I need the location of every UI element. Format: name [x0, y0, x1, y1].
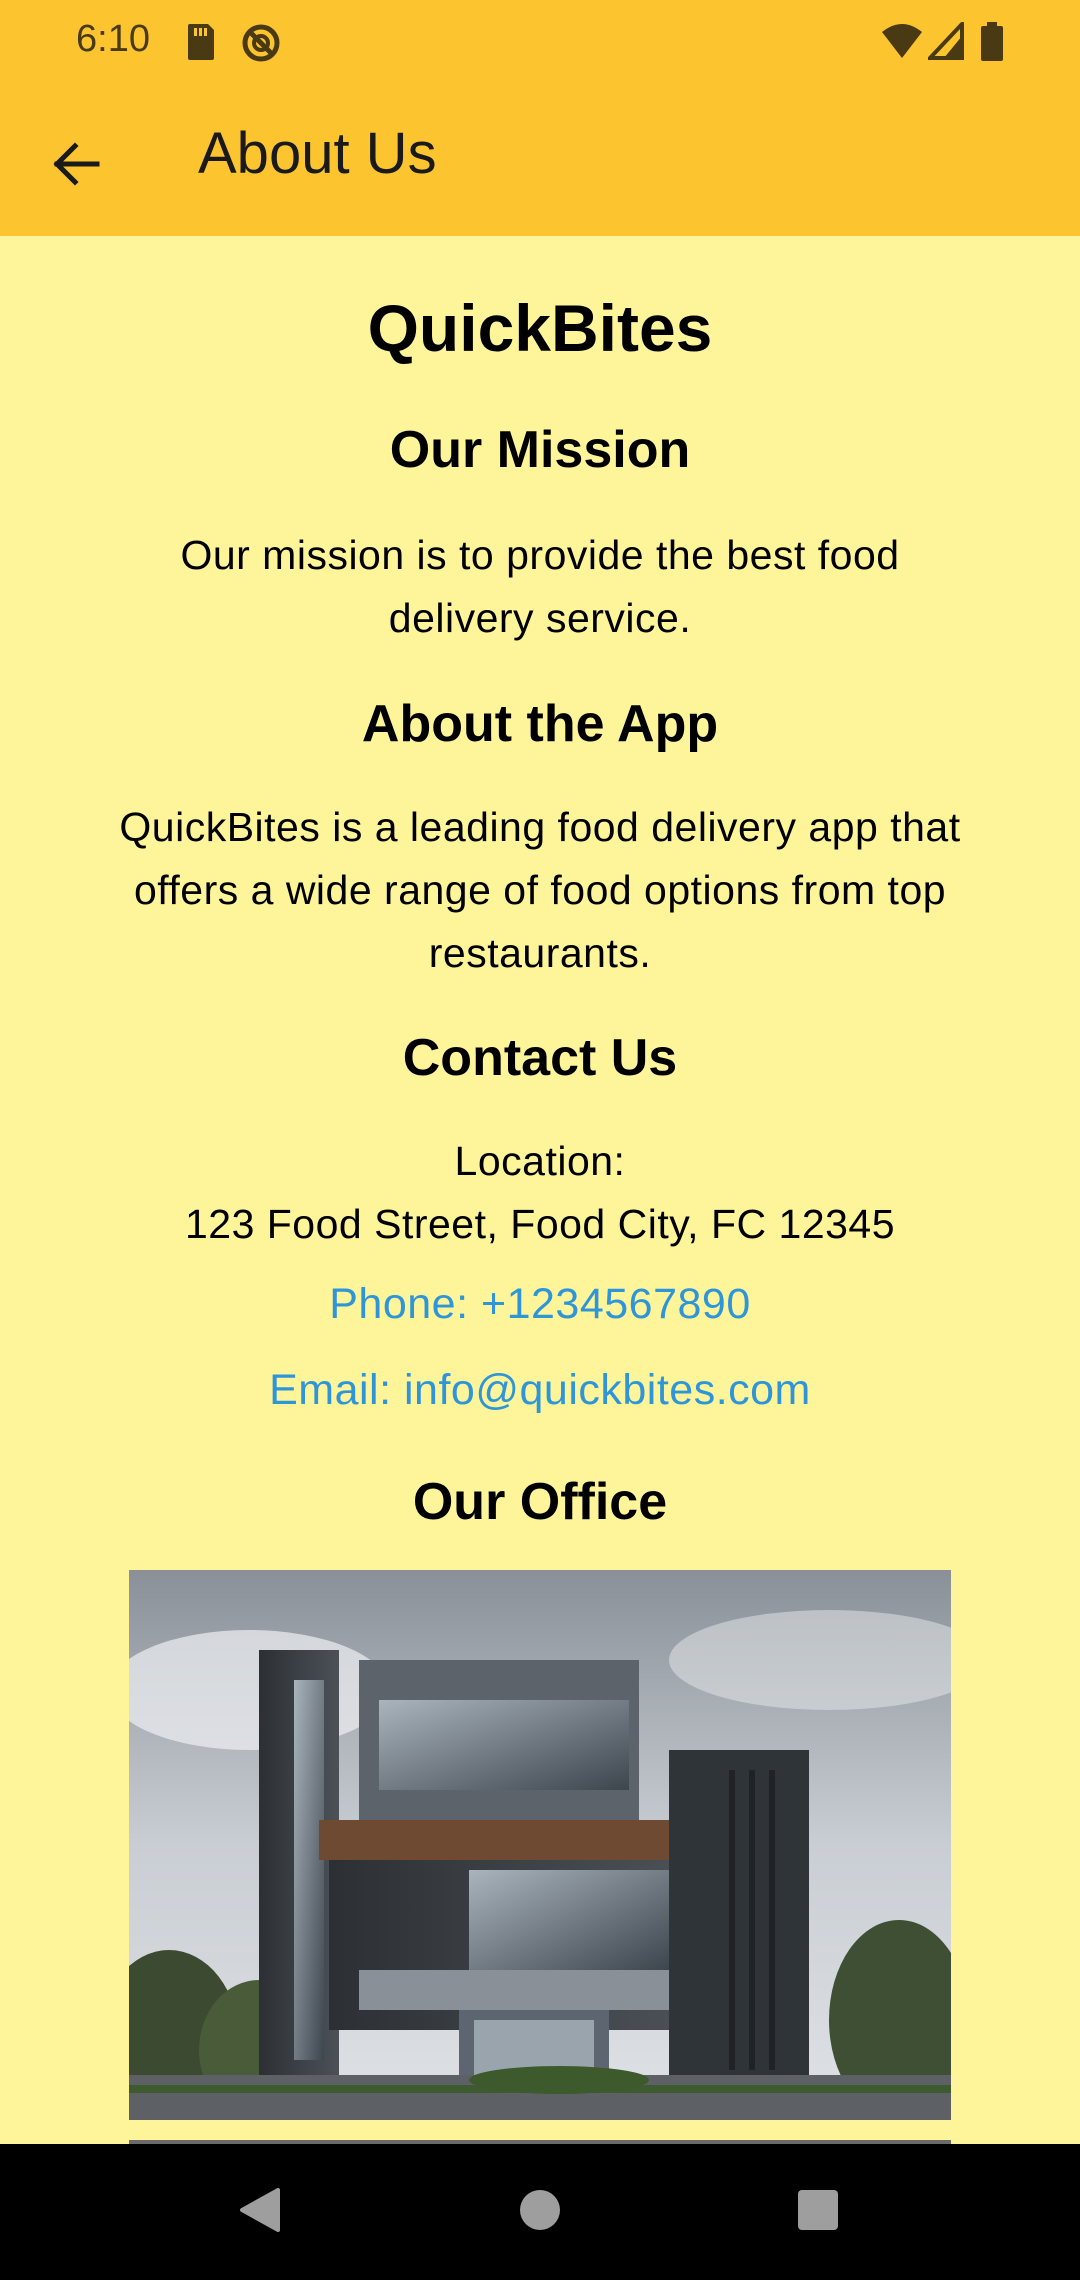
back-triangle-icon: [236, 2186, 284, 2238]
page-title: About Us: [198, 121, 437, 186]
mission-heading: Our Mission: [389, 421, 691, 479]
email-link[interactable]: Email: info@quickbites.com: [0, 1366, 1080, 1415]
home-circle-icon: [518, 2188, 562, 2236]
nav-home-button[interactable]: [500, 2172, 580, 2252]
cellular-signal-icon: [925, 18, 964, 64]
recents-square-icon: [796, 2188, 840, 2236]
location-value: 123 Food Street, Food City, FC 12345: [184, 1201, 896, 1247]
mission-text-line: Our mission is to provide the best food: [180, 532, 900, 578]
status-time: 6:10: [76, 18, 150, 60]
nav-back-button[interactable]: [220, 2172, 300, 2252]
contact-location: Location: 123 Food Street, Food City, FC…: [70, 1130, 1010, 1256]
about-app-text-line: restaurants.: [428, 930, 652, 976]
app-name-heading: QuickBites: [367, 291, 713, 365]
nav-recents-button[interactable]: [778, 2172, 858, 2252]
mission-text: Our mission is to provide the best food …: [70, 524, 1010, 650]
about-app-heading: About the App: [361, 695, 719, 753]
contact-heading: Contact Us: [402, 1029, 678, 1087]
about-content[interactable]: QuickBites Our Mission Our mission is to…: [0, 236, 1080, 2144]
office-building-image: [129, 1570, 951, 2120]
phone-link[interactable]: Phone: +1234567890: [0, 1280, 1080, 1329]
app-bar: About Us: [0, 88, 1080, 236]
back-button[interactable]: [32, 126, 122, 206]
status-bar: 6:10: [0, 0, 1080, 88]
location-label: Location:: [454, 1138, 626, 1184]
about-app-text-line: QuickBites is a leading food delivery ap…: [119, 804, 961, 850]
mission-text-line: delivery service.: [388, 595, 692, 641]
wifi-icon: [880, 22, 924, 64]
sync-off-icon: [240, 22, 282, 68]
arrow-back-icon: [53, 142, 101, 190]
about-app-text: QuickBites is a leading food delivery ap…: [70, 796, 1010, 985]
battery-icon: [980, 22, 1004, 66]
about-app-text-line: offers a wide range of food options from…: [133, 867, 947, 913]
sd-card-icon: [184, 22, 216, 66]
office-heading: Our Office: [412, 1473, 668, 1531]
navigation-bar: [0, 2144, 1080, 2280]
